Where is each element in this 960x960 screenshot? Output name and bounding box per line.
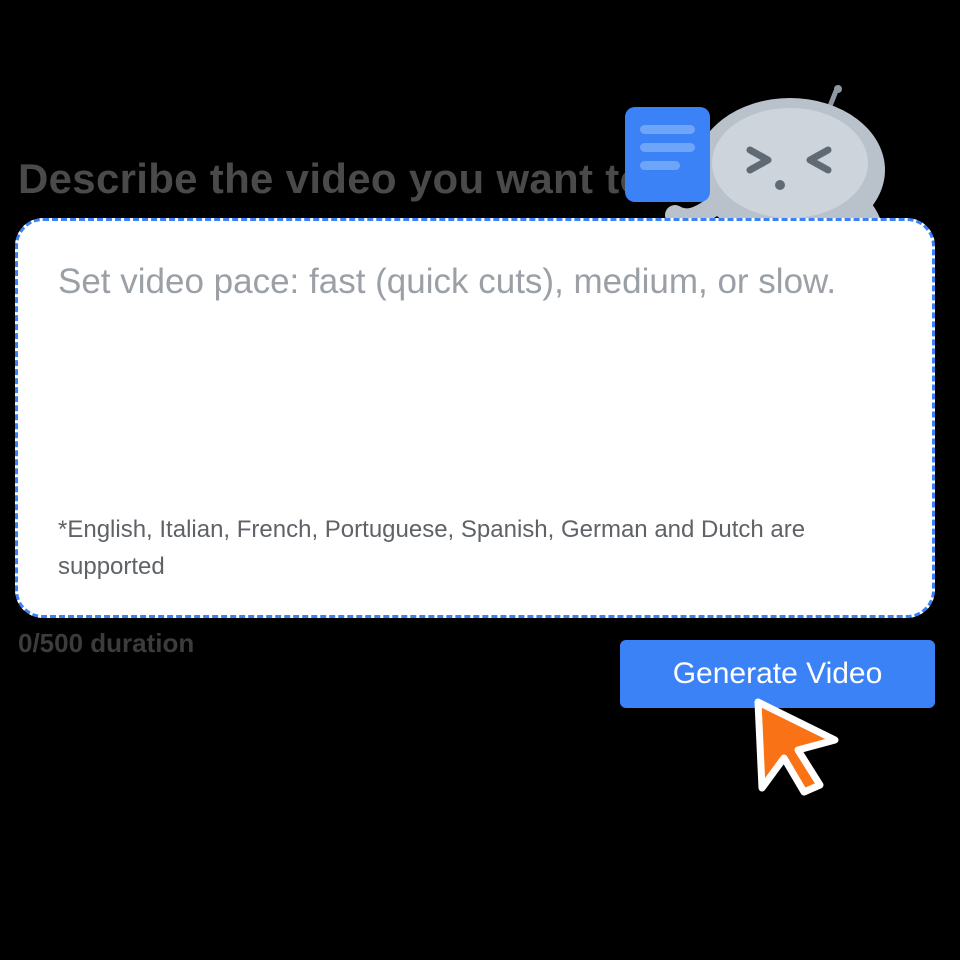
- language-support-note: *English, Italian, French, Portuguese, S…: [58, 511, 892, 585]
- generate-video-button-label: Generate Video: [673, 657, 883, 691]
- character-duration-counter: 0/500 duration: [18, 628, 194, 659]
- video-description-input[interactable]: Set video pace: fast (quick cuts), mediu…: [15, 218, 935, 618]
- input-placeholder: Set video pace: fast (quick cuts), mediu…: [58, 257, 892, 306]
- document-icon: [625, 107, 710, 202]
- page-heading: Describe the video you want to: [18, 155, 645, 203]
- cursor-icon: [740, 690, 850, 800]
